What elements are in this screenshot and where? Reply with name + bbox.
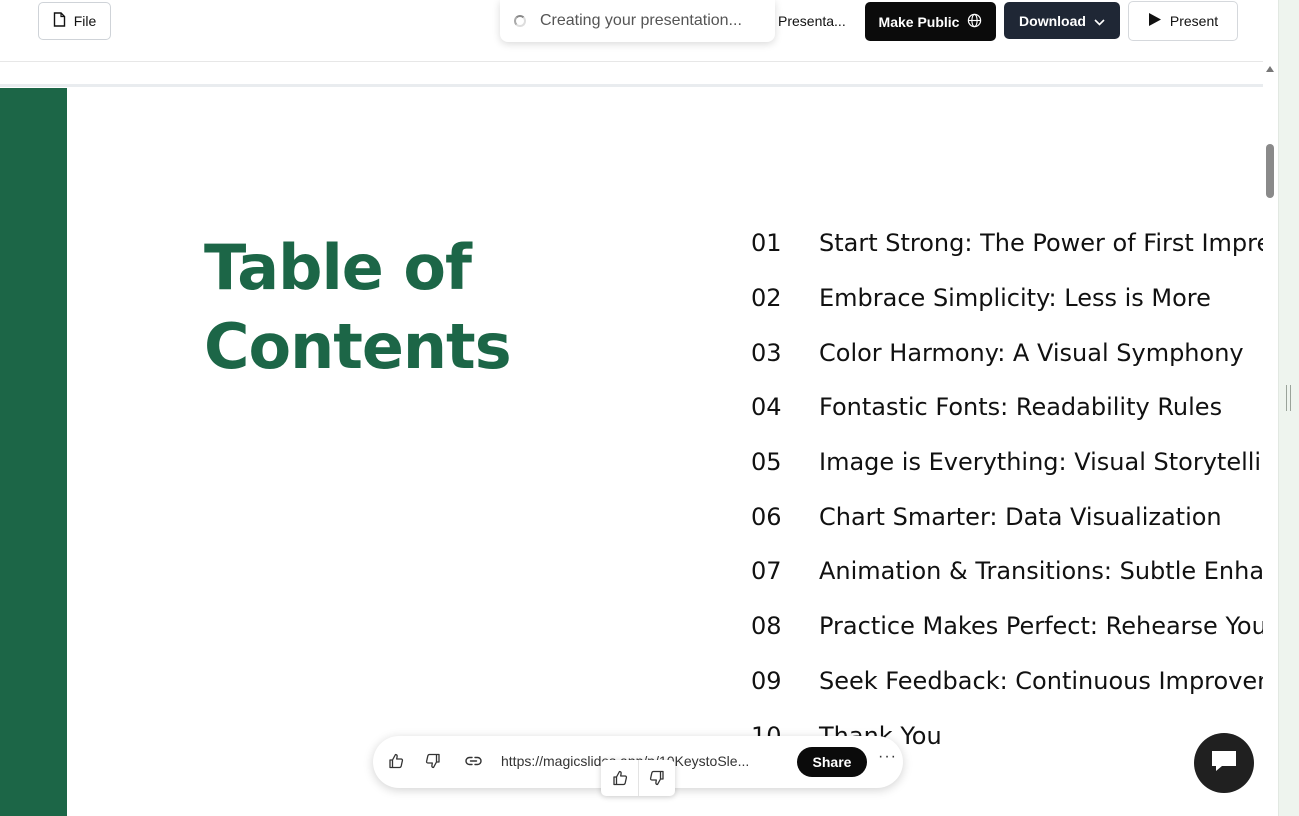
thumbs-down-icon[interactable]: [638, 760, 675, 796]
slide-header-strip: [0, 61, 1264, 85]
file-button[interactable]: File: [38, 2, 111, 40]
toc-text: Start Strong: The Power of First Impress…: [819, 229, 1263, 257]
toc-text: Embrace Simplicity: Less is More: [819, 284, 1211, 312]
chat-icon: [1209, 748, 1239, 779]
toc-text: Seek Feedback: Continuous Improvement: [819, 667, 1263, 695]
chevron-down-icon: [1094, 13, 1105, 29]
scroll-up-arrow-icon[interactable]: [1266, 66, 1274, 72]
toc-item: 08 Practice Makes Perfect: Rehearse Your …: [751, 610, 1263, 642]
make-public-button[interactable]: Make Public: [865, 2, 996, 41]
toc-item: 06 Chart Smarter: Data Visualization: [751, 501, 1222, 533]
slide-title: Table of Contents: [204, 228, 624, 386]
slide-title-line-1: Table of: [204, 231, 472, 304]
toc-number: 02: [751, 284, 782, 312]
toc-item: 07 Animation & Transitions: Subtle Enhanc…: [751, 555, 1263, 587]
file-button-label: File: [73, 13, 97, 29]
make-public-label: Make Public: [878, 13, 960, 30]
globe-icon: [967, 13, 982, 31]
thumbs-up-icon[interactable]: [387, 752, 405, 770]
toc-item: 02 Embrace Simplicity: Less is More: [751, 282, 1211, 314]
toc-item: 04 Fontastic Fonts: Readability Rules: [751, 391, 1222, 423]
toc-text: Practice Makes Perfect: Rehearse Your De…: [819, 612, 1263, 640]
play-icon: [1148, 12, 1162, 30]
toc-number: 09: [751, 667, 782, 695]
present-label: Present: [1169, 13, 1219, 29]
download-button[interactable]: Download: [1004, 2, 1120, 39]
toc-item: 05 Image is Everything: Visual Storytelli…: [751, 446, 1263, 478]
toc-item: 09 Seek Feedback: Continuous Improvement: [751, 665, 1263, 697]
app-window: File Creating your presentation... Prese…: [0, 0, 1299, 816]
toc-number: 03: [751, 339, 782, 367]
toc-number: 08: [751, 612, 782, 640]
toc-number: 07: [751, 557, 782, 585]
present-button[interactable]: Present: [1128, 1, 1238, 41]
top-toolbar: File Creating your presentation... Prese…: [0, 0, 1278, 60]
toc-number: 04: [751, 393, 782, 421]
slide-accent-bar: [0, 88, 67, 816]
slide-feedback-popover: [601, 760, 675, 796]
toc-number: 01: [751, 229, 782, 257]
more-options-icon[interactable]: ···: [878, 748, 897, 766]
toc-number: 05: [751, 448, 782, 476]
file-icon: [53, 12, 66, 30]
toc-text: Animation & Transitions: Subtle Enhancem…: [819, 557, 1263, 585]
link-icon[interactable]: [464, 752, 482, 770]
resize-handle-icon[interactable]: [1286, 385, 1291, 411]
download-label: Download: [1019, 12, 1086, 29]
toc-text: Color Harmony: A Visual Symphony: [819, 339, 1244, 367]
toast-text: Creating your presentation...: [540, 12, 742, 29]
slide-canvas[interactable]: Table of Contents 01 Start Strong: The Po…: [0, 88, 1263, 816]
thumbs-down-icon[interactable]: [424, 752, 442, 770]
toc-item: 03 Color Harmony: A Visual Symphony: [751, 337, 1244, 369]
share-button[interactable]: Share: [797, 747, 867, 777]
creating-toast: Creating your presentation...: [500, 0, 775, 42]
spinner-icon: [514, 15, 526, 27]
toc-text: Image is Everything: Visual Storytelling: [819, 448, 1263, 476]
divider: [0, 84, 1264, 87]
scrollbar-thumb[interactable]: [1266, 144, 1274, 198]
toc-text: Fontastic Fonts: Readability Rules: [819, 393, 1223, 421]
toc-number: 06: [751, 503, 782, 531]
thumbs-up-icon[interactable]: [601, 760, 638, 796]
chat-button[interactable]: [1194, 733, 1254, 793]
slide-title-line-2: Contents: [204, 310, 512, 383]
toc-text: Chart Smarter: Data Visualization: [819, 503, 1222, 531]
presentation-title[interactable]: Presenta...: [778, 13, 846, 29]
toc-item: 01 Start Strong: The Power of First Impre…: [751, 227, 1263, 259]
